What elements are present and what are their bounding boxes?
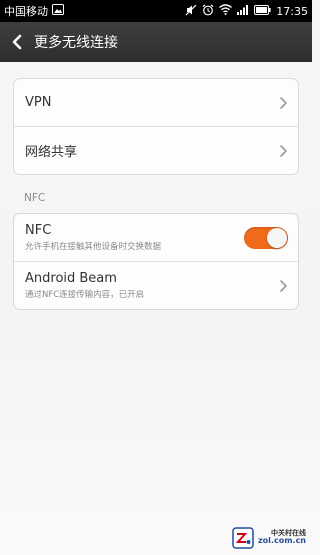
status-time: 17:35 xyxy=(276,4,308,18)
title-bar: 更多无线连接 xyxy=(0,22,312,62)
chevron-left-icon xyxy=(12,34,22,50)
back-button[interactable] xyxy=(0,22,34,62)
alarm-icon xyxy=(202,4,214,19)
watermark-url: zol.com.cn xyxy=(258,536,306,546)
wifi-icon xyxy=(219,4,233,18)
android-beam-row[interactable]: Android Beam 通过NFC连接传输内容，已开启 xyxy=(14,262,298,309)
toggle-knob xyxy=(267,227,287,248)
android-beam-description: 通过NFC连接传输内容，已开启 xyxy=(25,290,145,300)
watermark: 中关村在线 zol.com.cn xyxy=(232,527,306,549)
nfc-description: 允许手机在接触其他设备时交换数据 xyxy=(25,242,162,252)
nfc-section-header: NFC xyxy=(24,192,46,204)
vpn-label: VPN xyxy=(25,95,52,110)
image-icon xyxy=(52,4,64,18)
nfc-label: NFC xyxy=(25,223,52,238)
carrier-label: 中国移动 xyxy=(4,5,48,18)
android-beam-label: Android Beam xyxy=(25,271,117,286)
nfc-toggle[interactable] xyxy=(244,226,288,249)
nfc-group: NFC 允许手机在接触其他设备时交换数据 Android Beam 通过NFC连… xyxy=(13,213,299,310)
tethering-label: 网络共享 xyxy=(25,145,78,160)
vpn-row[interactable]: VPN xyxy=(14,79,298,127)
tethering-row[interactable]: 网络共享 xyxy=(14,127,298,174)
chevron-right-icon xyxy=(280,144,287,157)
zol-logo-icon xyxy=(232,527,254,549)
page-title: 更多无线连接 xyxy=(34,35,118,51)
connection-group: VPN 网络共享 xyxy=(13,78,299,175)
mute-icon xyxy=(185,4,197,19)
signal-icon xyxy=(237,4,249,18)
chevron-right-icon xyxy=(280,96,287,109)
nfc-row[interactable]: NFC 允许手机在接触其他设备时交换数据 xyxy=(14,214,298,262)
battery-icon xyxy=(254,4,271,18)
status-bar: 中国移动 17:35 xyxy=(0,0,312,22)
chevron-right-icon xyxy=(280,279,287,292)
